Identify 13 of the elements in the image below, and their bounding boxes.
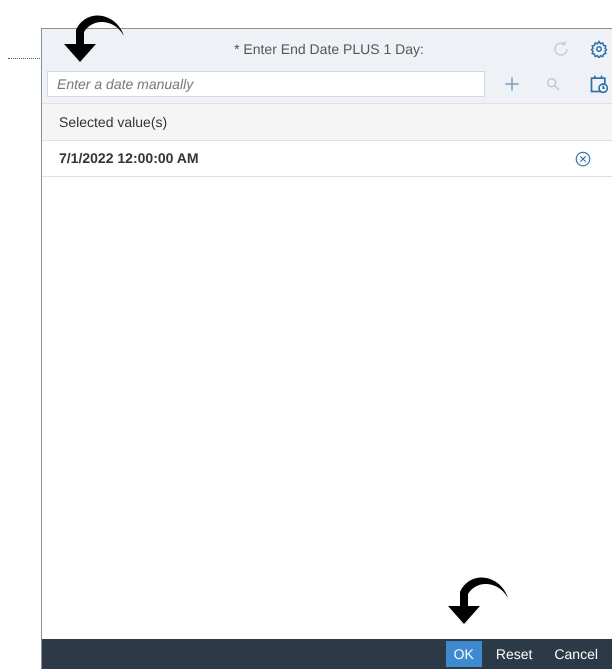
selected-value: 7/1/2022 12:00:00 AM <box>59 149 199 168</box>
calendar-clock-icon[interactable] <box>589 74 609 94</box>
dotted-leader-line <box>8 58 40 59</box>
settings-icon[interactable] <box>590 40 608 58</box>
footer-button[interactable]: Reset <box>488 641 540 667</box>
selected-value-row[interactable]: 7/1/2022 12:00:00 AM <box>42 141 612 177</box>
list-header-label: Selected value(s) <box>59 112 168 132</box>
date-input-field[interactable]: Enter a date manually <box>47 71 485 97</box>
dialog-title: * Enter End Date PLUS 1 Day: <box>234 40 424 59</box>
footer-button[interactable]: OK <box>446 641 482 667</box>
remove-icon[interactable] <box>574 150 592 168</box>
plus-icon[interactable] <box>503 75 521 93</box>
footer-button[interactable]: Cancel <box>546 641 606 667</box>
